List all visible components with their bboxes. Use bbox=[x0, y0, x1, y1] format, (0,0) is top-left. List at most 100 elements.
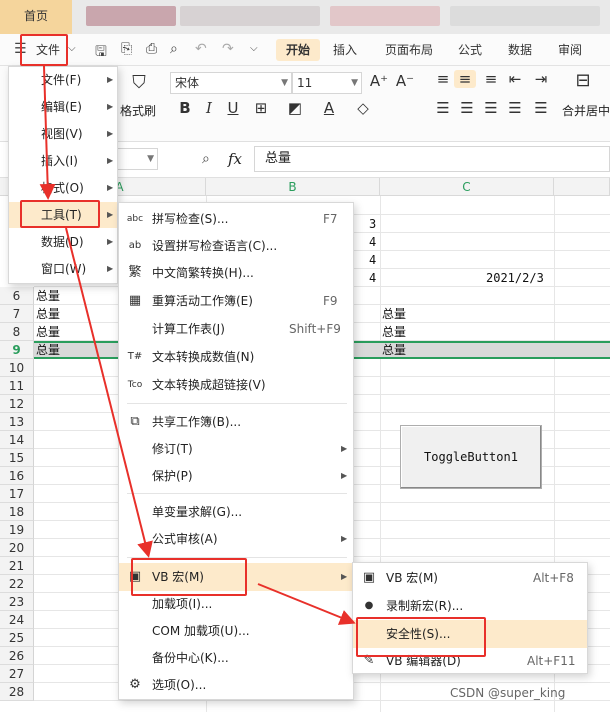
menu-item-options[interactable]: ⚙ 选项(O)... bbox=[119, 672, 353, 698]
menu-item-vb-editor[interactable]: ✎ VB 编辑器(D) Alt+F11 bbox=[353, 648, 587, 674]
menu-item-addins[interactable]: 加载项(I)... bbox=[119, 591, 353, 617]
increase-font-icon[interactable]: A⁺ bbox=[368, 72, 390, 90]
redo-icon[interactable]: ↷ bbox=[222, 41, 234, 57]
menu-item-file[interactable]: 文件(F) ▶ bbox=[9, 67, 117, 93]
menu-item-record-macro[interactable]: ● 录制新宏(R)... bbox=[353, 593, 587, 619]
hamburger-icon[interactable]: ☰ bbox=[14, 41, 27, 57]
tab-insert[interactable]: 插入 bbox=[333, 34, 357, 66]
align-bottom-icon[interactable]: ≡ bbox=[480, 70, 502, 88]
italic-icon[interactable]: I bbox=[198, 99, 220, 117]
cell-a6[interactable]: 总量 bbox=[36, 287, 60, 305]
row-header[interactable]: 6 bbox=[0, 287, 34, 305]
menu-item-protect[interactable]: 保护(P) ▶ bbox=[119, 463, 353, 489]
cell-a7[interactable]: 总量 bbox=[36, 305, 60, 323]
tab-data[interactable]: 数据 bbox=[508, 34, 532, 66]
print-icon[interactable]: ⎙ bbox=[146, 41, 157, 57]
cell-c8[interactable]: 总量 bbox=[382, 323, 406, 341]
cell-a8[interactable]: 总量 bbox=[36, 323, 60, 341]
row-header[interactable]: 27 bbox=[0, 665, 34, 683]
chevron-down-icon[interactable]: ⌵ bbox=[68, 43, 76, 54]
menu-item-calc-sheet[interactable]: 计算工作表(J) Shift+F9 bbox=[119, 316, 353, 342]
row-header[interactable]: 18 bbox=[0, 503, 34, 521]
justify-icon[interactable]: ☰ bbox=[504, 99, 526, 117]
row-header[interactable]: 21 bbox=[0, 557, 34, 575]
menu-item-com-addins[interactable]: COM 加载项(U)... bbox=[119, 618, 353, 644]
menu-item-goal-seek[interactable]: 单变量求解(G)... bbox=[119, 499, 353, 525]
undo-icon[interactable]: ↶ bbox=[195, 41, 207, 57]
menu-item-text-to-link[interactable]: Tco 文本转换成超链接(V) bbox=[119, 372, 353, 398]
font-size-select[interactable]: 11 ▼ bbox=[292, 72, 362, 94]
menu-item-revision[interactable]: 修订(T) ▶ bbox=[119, 436, 353, 462]
cell-c6[interactable]: 2021/2/3 bbox=[486, 269, 544, 287]
menu-item-vb-macro[interactable]: ▣ VB 宏(M) ▶ bbox=[119, 563, 353, 591]
tab-review[interactable]: 审阅 bbox=[558, 34, 582, 66]
distribute-icon[interactable]: ☰ bbox=[530, 99, 552, 117]
indent-increase-icon[interactable]: ⇥ bbox=[530, 70, 552, 88]
row-header[interactable]: 22 bbox=[0, 575, 34, 593]
formula-input[interactable]: 总量 bbox=[254, 146, 610, 172]
menu-item-spell-language[interactable]: ab 设置拼写检查语言(C)... bbox=[119, 233, 353, 259]
menu-item-format[interactable]: 格式(O) ▶ bbox=[9, 175, 117, 201]
row-header[interactable]: 8 bbox=[0, 323, 34, 341]
menu-item-tools[interactable]: 工具(T) ▶ bbox=[9, 202, 117, 228]
menu-item-formula-audit[interactable]: 公式审核(A) ▶ bbox=[119, 526, 353, 552]
format-painter-label[interactable]: 格式刷 bbox=[120, 102, 156, 119]
row-header[interactable]: 23 bbox=[0, 593, 34, 611]
name-box[interactable]: ▼ bbox=[112, 148, 158, 170]
row-header[interactable]: 16 bbox=[0, 467, 34, 485]
fill-color-icon[interactable]: ◩ bbox=[284, 99, 306, 117]
menu-item-chinese-convert[interactable]: 繁中文简繁转换(H)... bbox=[119, 260, 353, 286]
menu-item-window[interactable]: 窗口(W) ▶ bbox=[9, 256, 117, 282]
cell-b4[interactable]: 4 bbox=[369, 233, 376, 251]
menu-item-vb-macro-run[interactable]: ▣ VB 宏(M) Alt+F8 bbox=[353, 565, 587, 591]
column-header-c[interactable]: C bbox=[380, 178, 554, 196]
column-header-b[interactable]: B bbox=[206, 178, 380, 196]
menu-item-edit[interactable]: 编辑(E) ▶ bbox=[9, 94, 117, 120]
tab-home[interactable]: 开始 bbox=[276, 39, 321, 61]
menu-item-backup-center[interactable]: 备份中心(K)... bbox=[119, 645, 353, 671]
save-icon[interactable]: 🖫 bbox=[95, 41, 107, 65]
row-header[interactable]: 11 bbox=[0, 377, 34, 395]
cell-a9[interactable]: 总量 bbox=[36, 341, 60, 359]
menu-item-security[interactable]: 安全性(S)... bbox=[353, 620, 587, 648]
row-header[interactable]: 9 bbox=[0, 341, 34, 359]
cell-c9[interactable]: 总量 bbox=[382, 341, 406, 359]
column-header-d[interactable] bbox=[554, 178, 610, 196]
menu-item-view[interactable]: 视图(V) ▶ bbox=[9, 121, 117, 147]
align-center-icon[interactable]: ☰ bbox=[456, 99, 478, 117]
cell-c7[interactable]: 总量 bbox=[382, 305, 406, 323]
tab-formula[interactable]: 公式 bbox=[458, 34, 482, 66]
align-middle-icon[interactable]: ≡ bbox=[454, 70, 476, 88]
border-icon[interactable]: ⊞ bbox=[250, 99, 272, 117]
row-header[interactable]: 15 bbox=[0, 449, 34, 467]
tab-page-layout[interactable]: 页面布局 bbox=[385, 34, 433, 66]
export-icon[interactable]: ⎘ bbox=[121, 41, 132, 57]
indent-decrease-icon[interactable]: ⇤ bbox=[504, 70, 526, 88]
fx-label[interactable]: fx bbox=[228, 150, 242, 168]
cell-b5[interactable]: 4 bbox=[369, 251, 376, 269]
menu-item-share-workbook[interactable]: ⧉ 共享工作簿(B)... bbox=[119, 409, 353, 435]
row-header[interactable]: 28 bbox=[0, 683, 34, 701]
align-left-icon[interactable]: ☰ bbox=[432, 99, 454, 117]
row-header[interactable]: 19 bbox=[0, 521, 34, 539]
menu-item-spell-check[interactable]: abc 拼写检查(S)... F7 bbox=[119, 206, 353, 232]
decrease-font-icon[interactable]: A⁻ bbox=[394, 72, 416, 90]
menu-item-insert[interactable]: 插入(I) ▶ bbox=[9, 148, 117, 174]
align-top-icon[interactable]: ≡ bbox=[432, 70, 454, 88]
file-menu-button[interactable]: 文件 bbox=[36, 34, 60, 66]
clear-format-icon[interactable]: ◇ bbox=[352, 99, 374, 117]
toggle-button[interactable]: ToggleButton1 bbox=[400, 425, 542, 489]
font-name-select[interactable]: 宋体 ▼ bbox=[170, 72, 292, 94]
menu-item-text-to-number[interactable]: T# 文本转换成数值(N) bbox=[119, 344, 353, 370]
menu-item-recalculate[interactable]: ▦ 重算活动工作簿(E) F9 bbox=[119, 288, 353, 314]
row-header[interactable]: 12 bbox=[0, 395, 34, 413]
row-header[interactable]: 20 bbox=[0, 539, 34, 557]
row-header[interactable]: 17 bbox=[0, 485, 34, 503]
merge-center-icon[interactable]: ⊟ bbox=[572, 70, 594, 91]
format-painter-icon[interactable]: ⛉ bbox=[128, 72, 150, 93]
print-preview-icon[interactable]: ⌕ bbox=[170, 41, 178, 57]
row-header[interactable]: 14 bbox=[0, 431, 34, 449]
underline-icon[interactable]: U bbox=[222, 99, 244, 117]
row-header[interactable]: 13 bbox=[0, 413, 34, 431]
cell-b6[interactable]: 4 bbox=[369, 269, 376, 287]
